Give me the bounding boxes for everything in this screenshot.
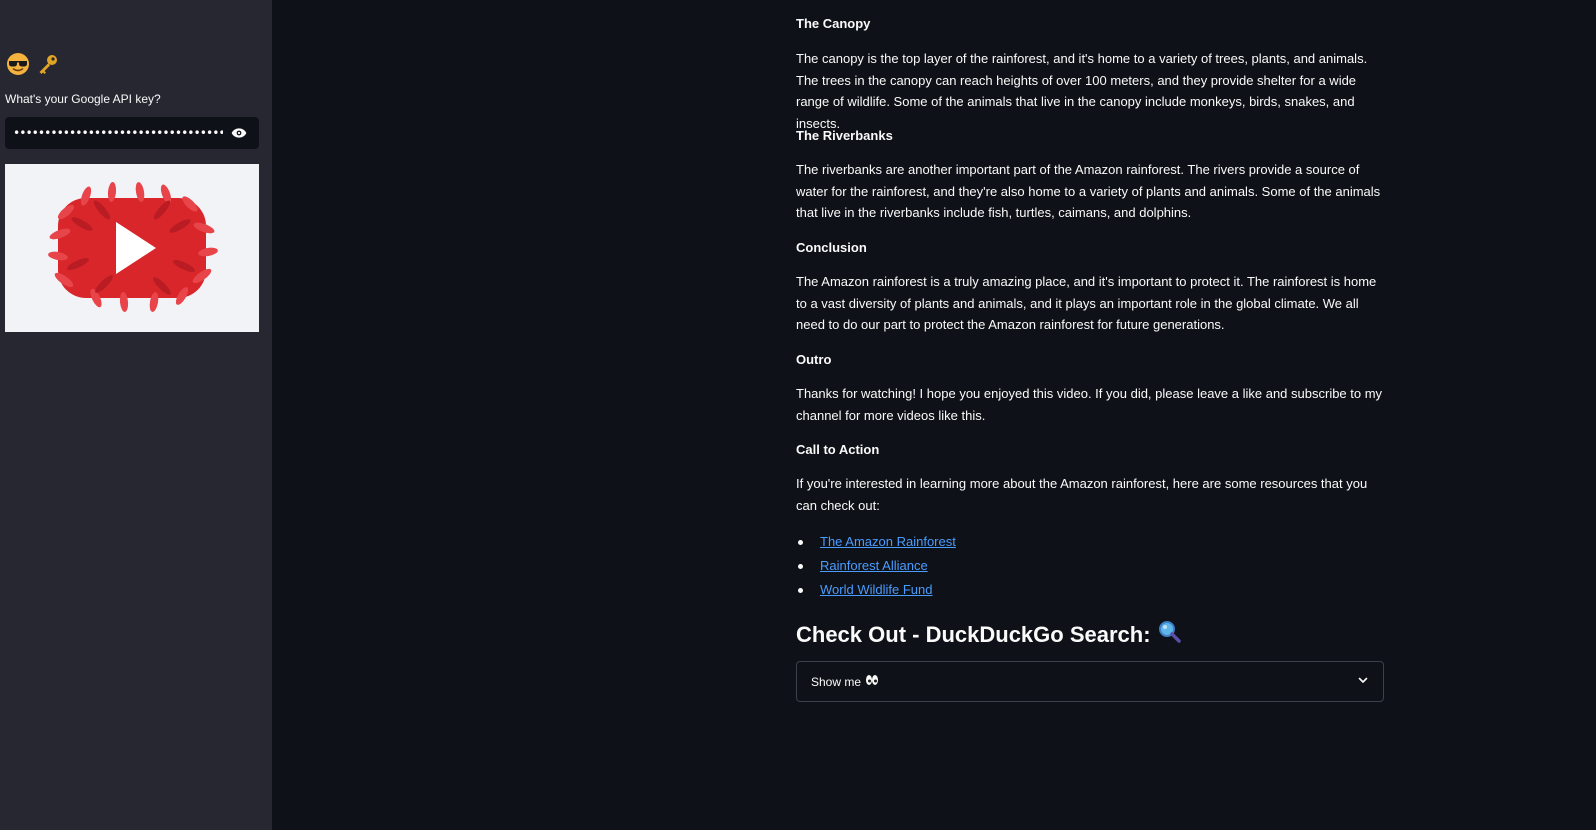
- expander-label: Show me: [811, 674, 879, 689]
- eye-icon: [231, 128, 247, 138]
- app-root: What's your Google API key? The Canopy T…: [0, 0, 1596, 830]
- link-rainforest-alliance[interactable]: Rainforest Alliance: [820, 558, 928, 573]
- api-key-label: What's your Google API key?: [5, 92, 161, 106]
- magnifying-glass-icon: [1157, 619, 1181, 651]
- key-icon: [36, 52, 60, 76]
- chevron-down-icon: [1357, 673, 1369, 691]
- eyes-icon: [865, 674, 879, 689]
- section-heading-riverbanks: The Riverbanks: [796, 128, 893, 143]
- link-world-wildlife-fund[interactable]: World Wildlife Fund: [820, 582, 932, 597]
- section-heading-call-to-action: Call to Action: [796, 442, 880, 457]
- sidebar-emoji-row: [6, 50, 60, 78]
- section-text-canopy: The canopy is the top layer of the rainf…: [796, 51, 1368, 131]
- link-amazon-rainforest[interactable]: The Amazon Rainforest: [820, 534, 956, 549]
- show-me-expander[interactable]: Show me: [796, 661, 1384, 702]
- search-section-title: Check Out - DuckDuckGo Search:: [796, 619, 1181, 651]
- search-title-text: Check Out - DuckDuckGo Search:: [796, 622, 1151, 647]
- show-password-button[interactable]: [225, 119, 253, 147]
- api-key-input[interactable]: [5, 125, 225, 141]
- resource-links-list: The Amazon Rainforest Rainforest Allianc…: [796, 530, 956, 602]
- bullet: [798, 540, 803, 545]
- section-text-call-to-action: If you're interested in learning more ab…: [796, 476, 1368, 513]
- section-heading-outro: Outro: [796, 352, 832, 367]
- sidebar: What's your Google API key?: [0, 0, 272, 830]
- api-key-input-wrapper: [5, 117, 259, 149]
- youtube-leaves-image: [5, 164, 259, 332]
- sunglasses-face-icon: [6, 52, 30, 76]
- list-item: Rainforest Alliance: [796, 554, 956, 578]
- section-text-outro: Thanks for watching! I hope you enjoyed …: [796, 386, 1383, 423]
- bullet: [798, 588, 803, 593]
- section-text-conclusion: The Amazon rainforest is a truly amazing…: [796, 274, 1377, 332]
- list-item: World Wildlife Fund: [796, 578, 956, 602]
- bullet: [798, 564, 803, 569]
- section-heading-conclusion: Conclusion: [796, 240, 867, 255]
- section-heading-canopy: The Canopy: [796, 16, 871, 31]
- list-item: The Amazon Rainforest: [796, 530, 956, 554]
- section-text-riverbanks: The riverbanks are another important par…: [796, 162, 1381, 220]
- expander-label-text: Show me: [811, 674, 862, 689]
